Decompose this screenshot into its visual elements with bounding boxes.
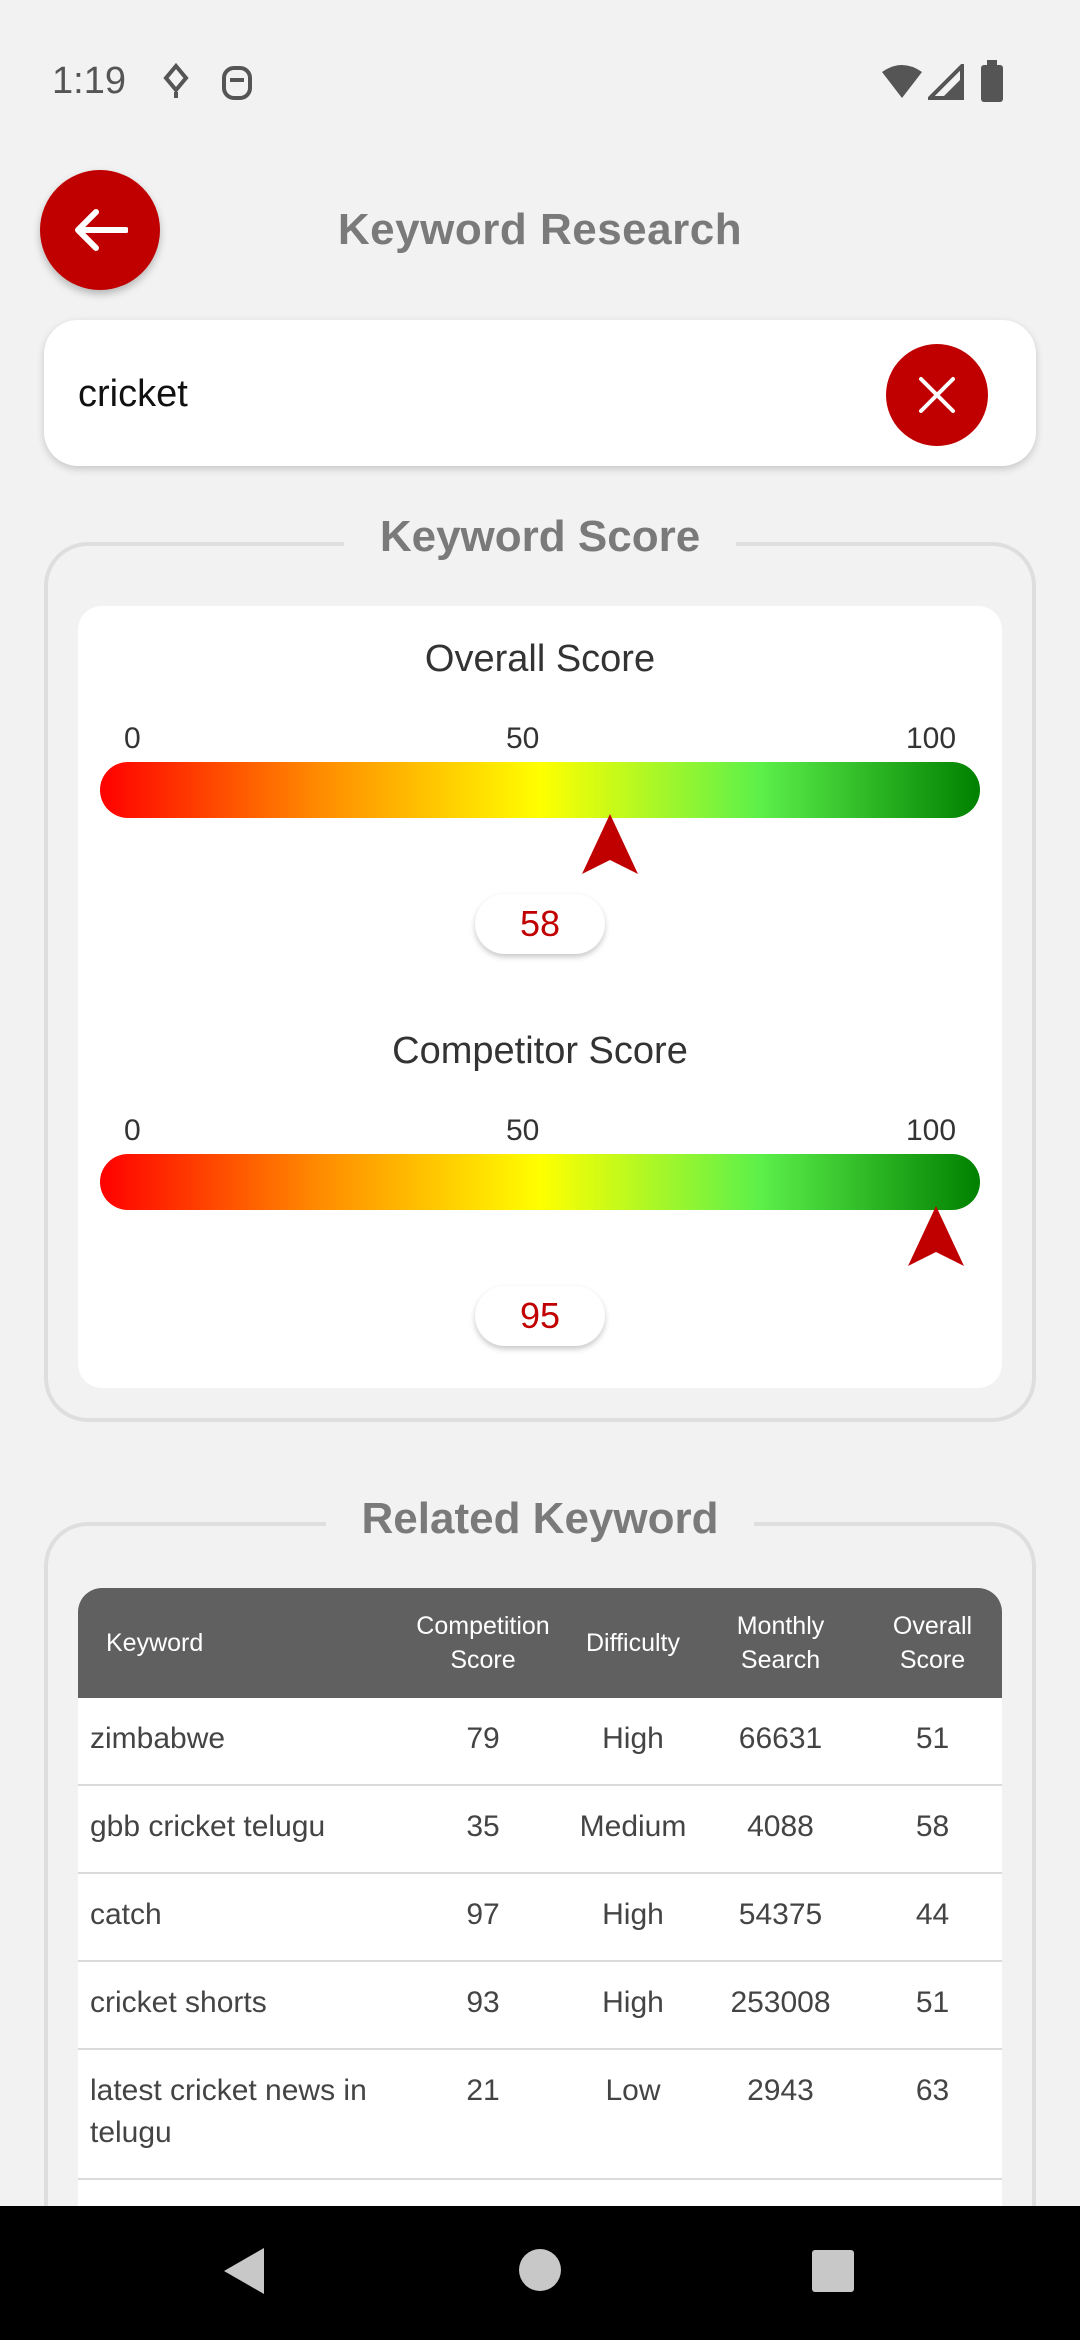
overall-pointer-icon (582, 814, 639, 874)
cell-keyword: cricket shorts (90, 1986, 267, 2019)
cell-competition: 35 (466, 1810, 500, 1843)
search-box (44, 320, 1036, 466)
cell-monthly-search: 54375 (738, 1898, 823, 1931)
overall-score-title: Overall Score (424, 638, 656, 680)
col-overall-score[interactable]: Overall Score (863, 1609, 1002, 1677)
cell-competition: 21 (466, 2074, 500, 2107)
cell-overall: 51 (915, 1986, 950, 2019)
search-input[interactable] (78, 364, 858, 424)
competitor-score-gauge: Competitor Score 0 50 100 95 (78, 998, 1002, 1388)
overall-tick-max: 100 (906, 722, 957, 755)
cell-difficulty: High (602, 1722, 664, 1755)
home-nav-icon[interactable] (518, 2248, 562, 2292)
competitor-score-title: Competitor Score (392, 1030, 688, 1072)
cell-competition: 93 (466, 1986, 500, 2019)
cell-keyword: zimbabwe (90, 1722, 226, 1755)
back-nav-icon[interactable] (222, 2246, 266, 2296)
competitor-tick-mid: 50 (506, 1114, 540, 1147)
cell-competition: 79 (466, 1722, 500, 1755)
table-row[interactable]: latest cricket news in telugu 21 Low 294… (78, 2050, 1002, 2180)
cell-overall: 51 (915, 1722, 950, 1755)
wifi-icon (882, 65, 922, 98)
keyword-score-title: Keyword Score (0, 512, 1080, 562)
table-row[interactable]: gbb cricket telugu 35 Medium 4088 58 (78, 1786, 1002, 1874)
overall-score-gauge: Overall Score 0 50 100 58 (78, 606, 1002, 996)
competitor-pointer-icon (908, 1206, 964, 1266)
cell-overall: 63 (915, 2074, 950, 2107)
cell-competition: 97 (466, 1898, 500, 1931)
related-keyword-title-text: Related Keyword (325, 1494, 755, 1543)
cell-keyword: latest cricket news in telugu (90, 2074, 367, 2149)
app-notification-icon (222, 66, 252, 100)
signal-icon (928, 64, 964, 100)
overall-tick-min: 0 (124, 722, 141, 755)
cell-monthly-search: 66631 (738, 1722, 823, 1755)
cell-monthly-search: 2943 (747, 2074, 814, 2107)
table-row[interactable]: cricket shorts 93 High 253008 51 (78, 1962, 1002, 2050)
cell-overall: 44 (915, 1898, 950, 1931)
table-row[interactable]: zimbabwe 79 High 66631 51 (78, 1698, 1002, 1786)
col-difficulty[interactable]: Difficulty (568, 1626, 698, 1660)
col-competition-score[interactable]: Competition Score (398, 1609, 568, 1677)
col-monthly-search[interactable]: Monthly Search (698, 1609, 863, 1677)
cell-overall: 58 (915, 1810, 950, 1843)
competitor-tick-min: 0 (124, 1114, 141, 1147)
table-row[interactable]: catch 97 High 54375 44 (78, 1874, 1002, 1962)
cell-difficulty: Medium (579, 1810, 687, 1843)
competitor-tick-max: 100 (906, 1114, 957, 1147)
competitor-score-value: 95 (475, 1286, 605, 1346)
recents-nav-icon[interactable] (812, 2250, 854, 2292)
battery-icon (981, 60, 1003, 102)
status-time: 1:19 (52, 60, 126, 102)
related-keyword-title: Related Keyword (0, 1494, 1080, 1544)
system-nav-bar (0, 2206, 1080, 2340)
competitor-gradient-bar (100, 1154, 980, 1210)
keyword-score-title-text: Keyword Score (343, 512, 737, 561)
status-bar: 1:19 (0, 0, 1080, 165)
app-header: Keyword Research (0, 165, 1080, 295)
table-header: Keyword Competition Score Difficulty Mon… (78, 1588, 1002, 1698)
col-keyword[interactable]: Keyword (78, 1626, 398, 1660)
overall-tick-mid: 50 (506, 722, 540, 755)
page-title: Keyword Research (337, 205, 743, 254)
cell-keyword: gbb cricket telugu (90, 1810, 326, 1843)
close-icon (919, 377, 955, 413)
related-keyword-table: Keyword Competition Score Difficulty Mon… (78, 1588, 1002, 2240)
overall-gradient-bar (100, 762, 980, 818)
cell-difficulty: High (602, 1986, 664, 2019)
score-card: Overall Score 0 50 100 58 Competitor Sco… (78, 606, 1002, 1388)
cell-keyword: catch (90, 1898, 162, 1931)
cell-monthly-search: 253008 (730, 1986, 831, 2019)
overall-score-value: 58 (475, 894, 605, 954)
location-icon (163, 62, 189, 98)
clear-search-button[interactable] (886, 344, 988, 446)
cell-difficulty: Low (605, 2074, 661, 2107)
cell-difficulty: High (602, 1898, 664, 1931)
cell-monthly-search: 4088 (747, 1810, 814, 1843)
